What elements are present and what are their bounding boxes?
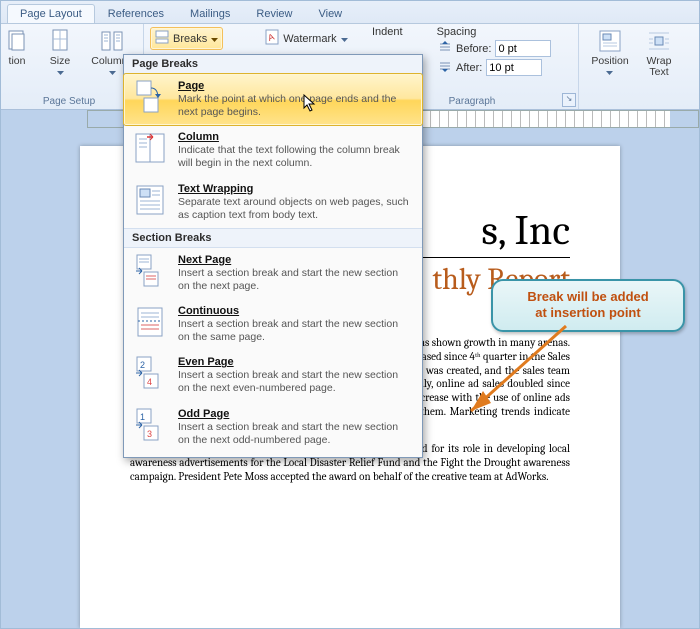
gallery-item-title: Column [178, 131, 412, 143]
orientation-label: tion [9, 56, 26, 67]
gallery-item-desc: Indicate that the text following the col… [178, 144, 412, 170]
page-break-icon [134, 80, 168, 116]
tab-view[interactable]: View [305, 4, 355, 23]
svg-text:4: 4 [147, 377, 152, 387]
spacing-before-icon [438, 41, 452, 56]
tab-references[interactable]: References [95, 4, 177, 23]
breaks-button[interactable]: Breaks [150, 27, 223, 50]
odd-page-break-icon: 13 [134, 408, 168, 444]
gallery-item-odd-page[interactable]: 13 Odd PageInsert a section break and st… [124, 402, 422, 453]
size-icon [47, 28, 73, 54]
gallery-item-title: Page [178, 80, 412, 92]
watermark-label: Watermark [283, 33, 336, 45]
tab-review[interactable]: Review [243, 4, 305, 23]
gallery-item-desc: Insert a section break and start the new… [178, 318, 412, 344]
gallery-item-text-wrapping[interactable]: Text WrappingSeparate text around object… [124, 177, 422, 228]
gallery-item-title: Next Page [178, 254, 412, 266]
tab-mailings[interactable]: Mailings [177, 4, 243, 23]
before-label: Before: [456, 43, 491, 55]
group-arrange: Position Wrap Text [579, 24, 687, 109]
gallery-item-page[interactable]: PageMark the point at which one page end… [123, 73, 423, 126]
continuous-break-icon [134, 305, 168, 341]
section-breaks-header: Section Breaks [124, 228, 422, 248]
gallery-item-desc: Insert a section break and start the new… [178, 421, 412, 447]
gallery-item-continuous[interactable]: ContinuousInsert a section break and sta… [124, 299, 422, 350]
orientation-icon [4, 28, 30, 54]
paragraph-dialog-launch[interactable]: ↘ [562, 93, 576, 107]
even-page-break-icon: 24 [134, 356, 168, 392]
dropdown-arrow-icon [606, 66, 613, 78]
gallery-item-desc: Separate text around objects on web page… [178, 196, 412, 222]
indent-heading: Indent [372, 26, 403, 38]
annotation-callout: Break will be added at insertion point [491, 279, 685, 332]
gallery-item-title: Text Wrapping [178, 183, 412, 195]
dropdown-arrow-icon [211, 33, 218, 45]
breaks-label: Breaks [173, 33, 207, 45]
size-button[interactable]: Size [35, 26, 85, 80]
gallery-item-title: Odd Page [178, 408, 412, 420]
after-input[interactable] [486, 59, 542, 76]
gallery-item-next-page[interactable]: Next PageInsert a section break and star… [124, 248, 422, 299]
gallery-item-title: Even Page [178, 356, 412, 368]
next-page-break-icon [134, 254, 168, 290]
position-icon [597, 28, 623, 54]
group-label-page-setup: Page Setup [1, 96, 137, 109]
watermark-icon: A [265, 29, 279, 48]
dropdown-arrow-icon [341, 33, 348, 45]
text-wrapping-break-icon [134, 183, 168, 219]
page-breaks-header: Page Breaks [124, 55, 422, 74]
tab-page-layout[interactable]: Page Layout [7, 4, 95, 23]
gallery-item-even-page[interactable]: 24 Even PageInsert a section break and s… [124, 350, 422, 401]
gallery-item-desc: Mark the point at which one page ends an… [178, 93, 412, 119]
svg-text:3: 3 [147, 429, 152, 439]
svg-text:1: 1 [140, 412, 145, 422]
wrap-text-button[interactable]: Wrap Text [637, 26, 681, 80]
gallery-item-desc: Insert a section break and start the new… [178, 267, 412, 293]
dropdown-arrow-icon [109, 66, 116, 78]
svg-text:2: 2 [140, 360, 145, 370]
gallery-item-desc: Insert a section break and start the new… [178, 369, 412, 395]
orientation-button[interactable]: tion [1, 26, 33, 69]
dropdown-arrow-icon [57, 66, 64, 78]
columns-icon [99, 28, 125, 54]
spacing-after-icon [438, 60, 452, 75]
position-button[interactable]: Position [585, 26, 635, 80]
breaks-gallery: Page Breaks PageMark the point at which … [123, 54, 423, 458]
after-label: After: [456, 62, 482, 74]
breaks-icon [155, 30, 169, 47]
gallery-item-title: Continuous [178, 305, 412, 317]
gallery-item-column[interactable]: ColumnIndicate that the text following t… [124, 125, 422, 176]
before-input[interactable] [495, 40, 551, 57]
wrap-text-icon [646, 28, 672, 54]
watermark-button[interactable]: A Watermark [261, 28, 351, 49]
ribbon-tabs: Page Layout References Mailings Review V… [1, 1, 699, 24]
wrap-text-label: Wrap Text [641, 56, 677, 78]
spacing-heading: Spacing [437, 26, 477, 38]
column-break-icon [134, 131, 168, 167]
